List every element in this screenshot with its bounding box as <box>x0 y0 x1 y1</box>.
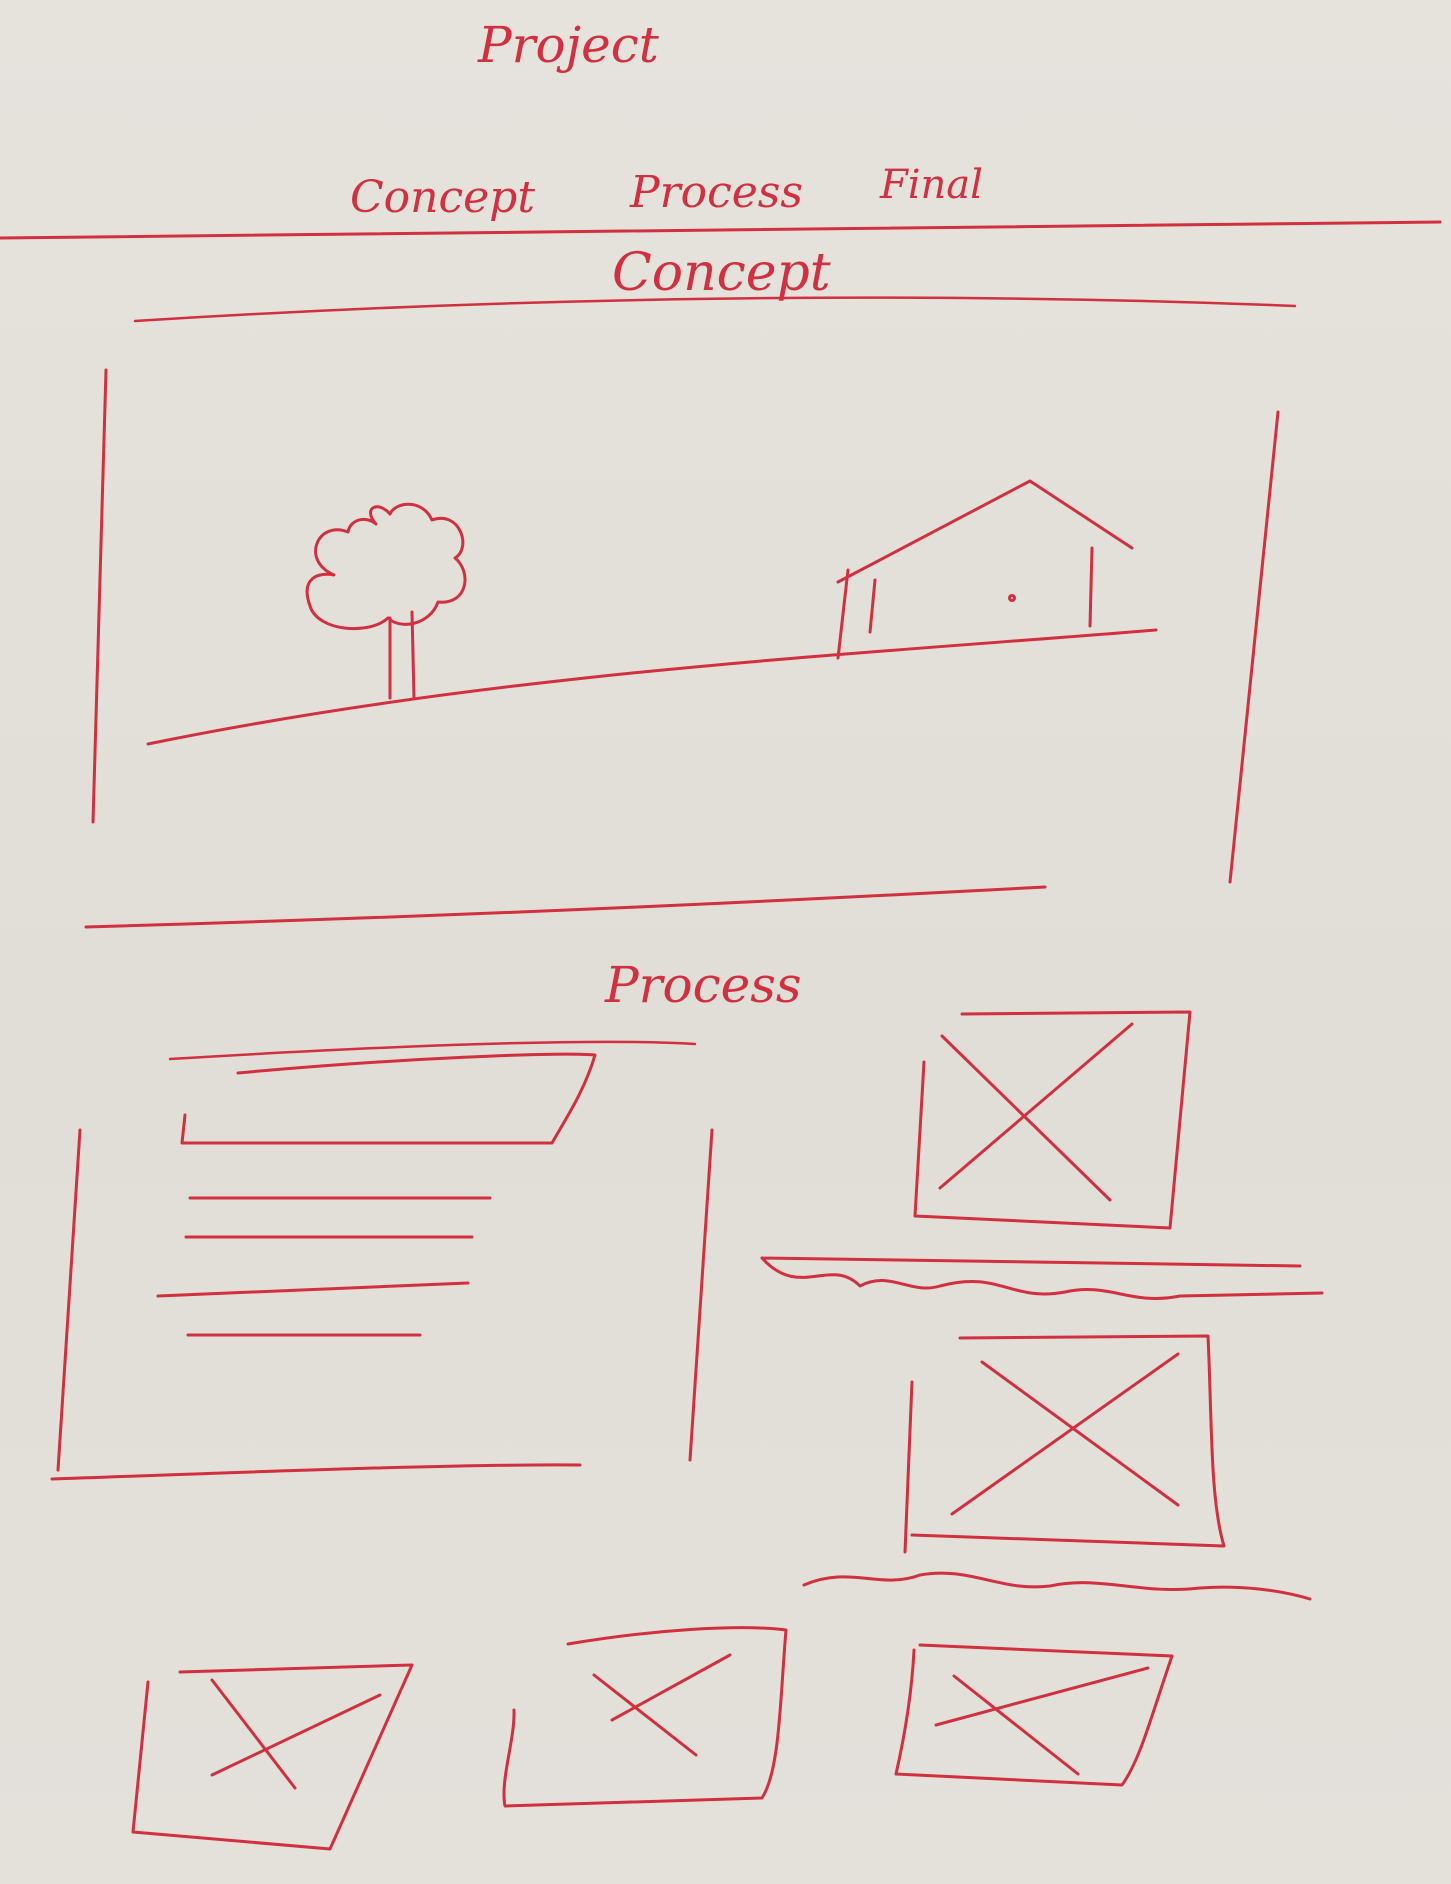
hero-frame-right <box>1228 410 1280 884</box>
image-placeholder-icon <box>910 1334 1226 1548</box>
process-caption-1 <box>760 1256 1324 1300</box>
process-image-2 <box>903 1334 1226 1554</box>
column-divider <box>688 1128 714 1462</box>
bottom-image-3 <box>894 1643 1174 1787</box>
nav-concept[interactable]: Concept <box>350 172 535 223</box>
wireframe-sketch: Project Concept Process Final Concept Pr… <box>0 16 1442 1851</box>
process-image-1 <box>913 1010 1192 1230</box>
process-text-block <box>50 1052 714 1481</box>
house-icon <box>836 479 1134 660</box>
page-title: Project <box>477 16 660 74</box>
nav-process[interactable]: Process <box>629 167 803 218</box>
concept-heading: Concept <box>612 243 831 303</box>
concept-hero-frame <box>84 368 1280 929</box>
process-caption-2 <box>802 1571 1312 1601</box>
sketch-page: Project Concept Process Final Concept Pr… <box>0 0 1451 1884</box>
image-placeholder-icon <box>913 1010 1192 1230</box>
text-block-left <box>56 1128 82 1472</box>
nav-final[interactable]: Final <box>879 162 983 208</box>
process-heading: Process <box>604 956 802 1014</box>
nav: Concept Process Final <box>350 162 983 223</box>
text-block-bottom <box>50 1463 582 1481</box>
bottom-image-2 <box>502 1626 788 1808</box>
text-line <box>156 1281 470 1298</box>
image-placeholder-icon <box>894 1643 1174 1787</box>
text-block-heading <box>180 1052 597 1145</box>
header-divider <box>0 220 1442 240</box>
tree-icon <box>305 502 467 700</box>
process-bottom-images <box>131 1626 1174 1851</box>
hero-frame-left <box>91 368 108 824</box>
hero-frame-bottom <box>84 885 1047 929</box>
process-heading-rule <box>168 1040 697 1061</box>
bottom-image-1 <box>131 1663 414 1851</box>
hero-ground-line <box>146 628 1158 746</box>
